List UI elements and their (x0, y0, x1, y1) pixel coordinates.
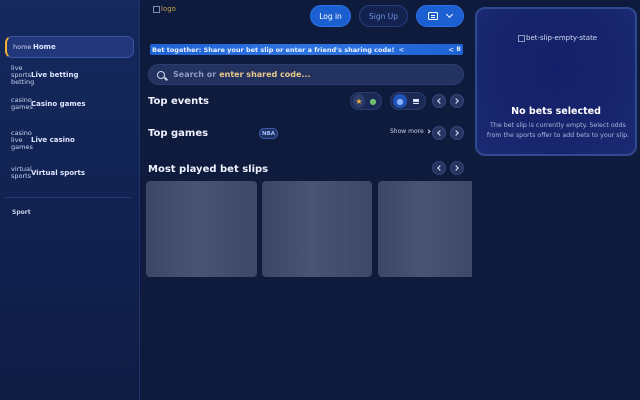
top-events-prev-button[interactable] (432, 94, 446, 108)
sidebar-item-home[interactable]: home Home (5, 36, 134, 58)
bet-slip-card-placeholder[interactable] (378, 181, 472, 277)
sidebar-item-virtual-sports[interactable]: virtual sports Virtual sports (5, 162, 134, 184)
bet-slip-empty-image: bet-slip-empty-state (518, 34, 597, 42)
search-input[interactable]: Search or enter shared code... (148, 64, 464, 85)
bet-slip-toggle-button[interactable] (416, 5, 464, 27)
chevron-left-icon (437, 130, 443, 136)
chevron-left-icon (437, 98, 443, 104)
chevron-left-icon (437, 165, 443, 171)
ticket-icon (427, 12, 438, 20)
share-banner-text: Bet together: Share your bet slip or ent… (152, 45, 395, 54)
share-icon: < (448, 45, 454, 54)
view-toggle-group: ● (390, 92, 426, 110)
signup-button[interactable]: Sign Up (359, 5, 408, 27)
share-icon: < (398, 45, 405, 54)
sidebar-divider (5, 197, 131, 198)
chevron-right-icon (453, 130, 459, 136)
bet-slip-image-alt: bet-slip-empty-state (526, 34, 598, 42)
top-games-title: Top games (148, 128, 209, 139)
bet-slips-next-button[interactable] (450, 161, 464, 175)
show-more-link[interactable]: Show more (390, 128, 431, 135)
bet-slip-card-placeholder[interactable] (262, 181, 372, 277)
bet-slip-empty-description: The bet slip is currently empty. Select … (486, 122, 630, 139)
search-placeholder-accent: enter shared code... (219, 70, 311, 79)
search-icon (157, 70, 165, 79)
login-button[interactable]: Log in (310, 5, 351, 27)
top-events-next-button[interactable] (450, 94, 464, 108)
show-more-label: Show more (390, 128, 424, 135)
chevron-right-icon (426, 129, 431, 134)
top-games-next-button[interactable] (450, 126, 464, 140)
virtual-sports-icon: virtual sports (11, 165, 32, 180)
sidebar-item-live-betting[interactable]: live sports betting Live betting (5, 62, 134, 88)
search-placeholder: Search or (173, 70, 217, 79)
sidebar-item-label: Casino games (31, 100, 86, 108)
list-icon[interactable] (409, 94, 423, 108)
sidebar-item-label: Virtual sports (31, 169, 85, 177)
broken-image-icon (518, 34, 525, 42)
bet-slips-prev-button[interactable] (432, 161, 446, 175)
chevron-right-icon (453, 165, 459, 171)
sidebar-item-casino-games[interactable]: casino games Casino games (5, 93, 134, 115)
bet-slip-empty-title: No bets selected (511, 106, 601, 117)
sidebar-item-live-casino[interactable]: casino live games Live casino (5, 125, 134, 155)
home-icon: home (13, 42, 32, 51)
sidebar-item-label: Home (33, 43, 56, 51)
sport-filter-group: ★ ● (350, 92, 382, 110)
chevron-down-icon (446, 10, 454, 19)
bet-slip-card-placeholder[interactable] (146, 181, 257, 277)
sidebar-item-label: Live casino (31, 136, 75, 144)
logo-alt-text: logo (161, 5, 176, 13)
sidebar: home Home live sports betting Live betti… (0, 0, 140, 400)
logo[interactable]: logo (153, 5, 176, 13)
share-banner-text-repeat: B (456, 46, 461, 53)
star-icon[interactable]: ★ (353, 94, 365, 108)
broken-image-icon (153, 5, 160, 13)
bet-slip-panel: bet-slip-empty-state No bets selected Th… (475, 7, 637, 156)
sidebar-item-label: Live betting (31, 71, 79, 79)
football-icon[interactable]: ● (367, 94, 379, 108)
top-games-prev-button[interactable] (432, 126, 446, 140)
most-played-title: Most played bet slips (148, 164, 269, 175)
chevron-right-icon (453, 98, 459, 104)
casino-games-icon: casino games (11, 96, 33, 111)
live-sports-betting-icon: live sports betting (11, 63, 35, 86)
grid-view-icon[interactable]: ● (393, 94, 407, 108)
share-banner[interactable]: Bet together: Share your bet slip or ent… (150, 44, 463, 55)
top-events-title: Top events (148, 96, 209, 107)
top-games-filter-chip[interactable]: NBA (259, 128, 278, 139)
casino-live-games-icon: casino live games (11, 128, 33, 151)
sidebar-section-sport: Sport (12, 209, 31, 216)
